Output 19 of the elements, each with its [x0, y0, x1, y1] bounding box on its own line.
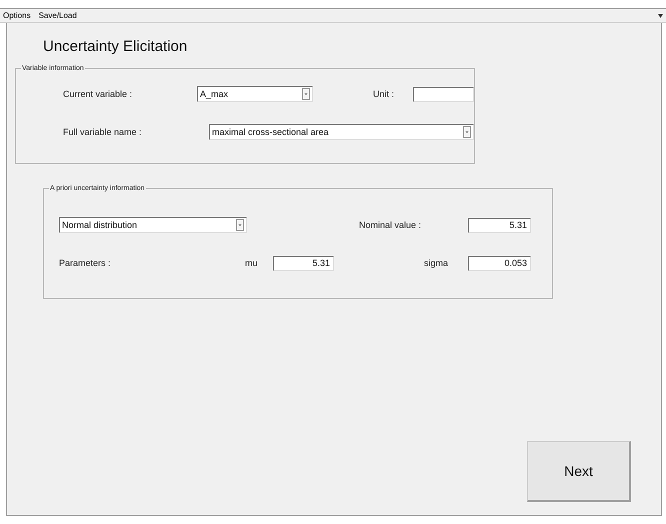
field-label: Parameters :	[59, 258, 112, 268]
window-title: Uncertainty Elicitation	[43, 38, 188, 56]
menu-item[interactable]: Save/Load	[38, 11, 77, 20]
parameter-field[interactable]: 5.31	[273, 256, 334, 270]
distribution-dropdown[interactable]: Normal distribution	[59, 217, 247, 233]
field-label: Current variable :	[63, 89, 134, 99]
parameter-label: sigma	[424, 258, 450, 268]
next-button[interactable]: Next	[527, 441, 631, 502]
parameter-field[interactable]: 0.053	[468, 256, 531, 270]
field-label: Unit :	[373, 89, 396, 99]
caret-icon[interactable]	[658, 14, 663, 18]
menu-item[interactable]: Options	[3, 11, 31, 20]
current-variable-dropdown[interactable]: A_max	[197, 86, 313, 102]
unit-input-field[interactable]	[413, 86, 474, 102]
full-variable-name-dropdown[interactable]: maximal cross-sectional area	[209, 124, 474, 140]
field-label: Full variable name :	[63, 127, 143, 137]
nominal-value-field[interactable]: 5.31	[468, 218, 531, 232]
parameter-label: mu	[245, 258, 259, 268]
field-label: Nominal value :	[359, 220, 422, 230]
